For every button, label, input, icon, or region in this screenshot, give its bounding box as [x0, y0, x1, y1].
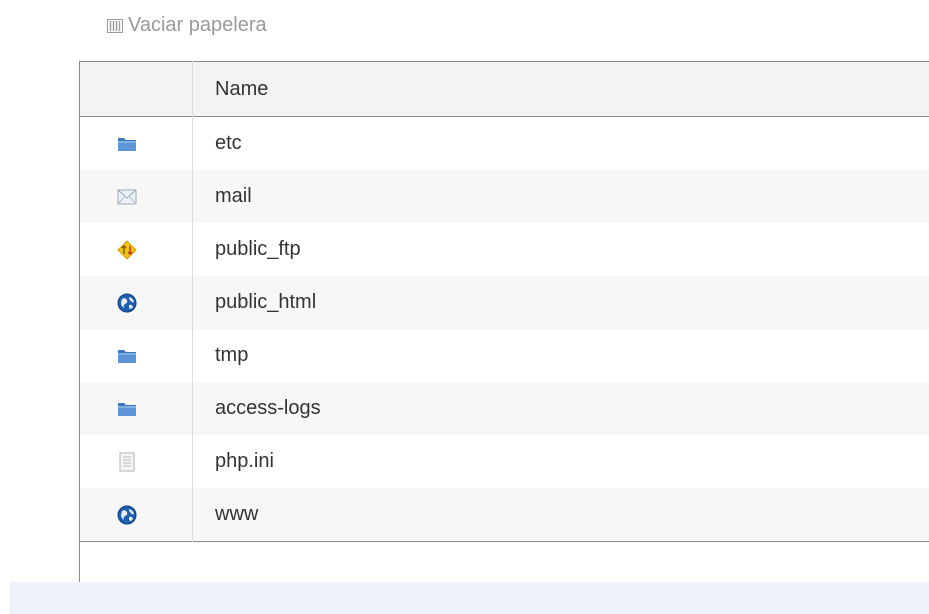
- folder-icon: [116, 398, 138, 420]
- document-icon: [116, 451, 138, 473]
- file-manager: Vaciar papelera Name etc mail public_ftp pu…: [0, 0, 929, 614]
- footer-band: [10, 582, 929, 614]
- folder-icon: [116, 345, 138, 367]
- row-icon-cell: [80, 223, 193, 276]
- row-name[interactable]: public_ftp: [193, 223, 929, 276]
- trash-icon: [107, 18, 123, 33]
- file-table-container: Name etc mail public_ftp public_html tmp acce…: [79, 61, 929, 583]
- folder-icon: [116, 133, 138, 155]
- row-name[interactable]: public_html: [193, 276, 929, 329]
- row-icon-cell: [80, 435, 193, 488]
- row-name[interactable]: tmp: [193, 329, 929, 382]
- mail-icon: [116, 186, 138, 208]
- table-row[interactable]: tmp: [80, 329, 929, 382]
- globe-icon: [116, 504, 138, 526]
- row-name[interactable]: etc: [193, 117, 929, 171]
- row-icon-cell: [80, 116, 193, 170]
- row-name[interactable]: mail: [193, 170, 929, 223]
- empty-trash-button[interactable]: Vaciar papelera: [107, 14, 267, 37]
- table-row[interactable]: etc: [80, 116, 929, 171]
- row-icon-cell: [80, 329, 193, 382]
- ftp-icon: [116, 239, 138, 261]
- table-header-row: Name: [80, 61, 929, 117]
- row-icon-cell: [80, 276, 193, 329]
- row-name[interactable]: access-logs: [193, 382, 929, 435]
- empty-trash-label: Vaciar papelera: [128, 14, 267, 36]
- table-row[interactable]: mail: [80, 170, 929, 223]
- icon-column-header: [80, 61, 193, 117]
- file-table: Name etc mail public_ftp public_html tmp acce…: [80, 61, 929, 542]
- table-row[interactable]: public_html: [80, 276, 929, 329]
- table-row[interactable]: public_ftp: [80, 223, 929, 276]
- row-icon-cell: [80, 170, 193, 223]
- row-name[interactable]: www: [193, 488, 929, 542]
- row-name[interactable]: php.ini: [193, 435, 929, 488]
- table-row[interactable]: access-logs: [80, 382, 929, 435]
- row-icon-cell: [80, 488, 193, 542]
- row-icon-cell: [80, 382, 193, 435]
- file-rows: etc mail public_ftp public_html tmp access-lo…: [80, 116, 929, 542]
- table-row[interactable]: php.ini: [80, 435, 929, 488]
- globe-icon: [116, 292, 138, 314]
- table-row[interactable]: www: [80, 488, 929, 542]
- name-column-header[interactable]: Name: [193, 62, 929, 117]
